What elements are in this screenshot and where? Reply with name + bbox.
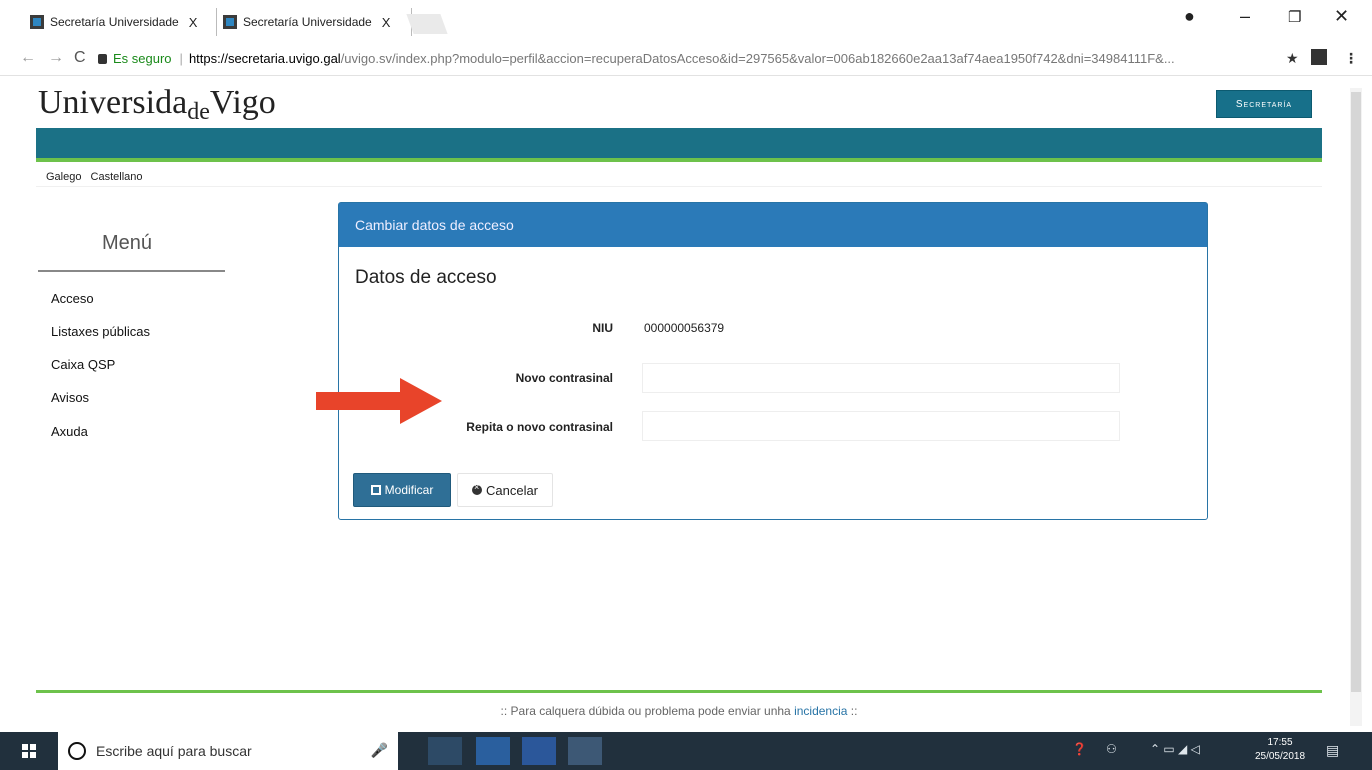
niu-label: NIU — [592, 321, 613, 335]
url-host: https://secretaria.uvigo.gal — [188, 50, 341, 66]
menu-item-acceso[interactable]: Acceso — [51, 291, 94, 306]
clock-time: 17:55 — [1267, 737, 1293, 748]
menu-item-caixa-qsp[interactable]: Caixa QSP — [51, 357, 115, 372]
restore-button[interactable]: ❐ — [1288, 8, 1301, 26]
modify-button-label: Modificar — [384, 483, 434, 497]
profile-icon[interactable]: ● — [1184, 6, 1195, 27]
search-placeholder: Escribe aquí para buscar — [96, 743, 252, 759]
new-tab-button[interactable] — [406, 14, 448, 34]
notifications-icon[interactable]: ▤ — [1326, 742, 1339, 759]
url-input[interactable]: Es seguro | https://secretaria.uvigo.gal… — [98, 45, 1278, 71]
clock-date: 25/05/2018 — [1254, 751, 1306, 762]
page-scrollbar[interactable] — [1350, 88, 1362, 726]
outlook-icon[interactable] — [476, 737, 510, 765]
save-icon — [370, 485, 381, 495]
chrome-icon[interactable] — [568, 737, 602, 765]
tab-close-icon[interactable]: X — [189, 15, 198, 30]
extension-icon[interactable] — [1311, 49, 1327, 65]
back-icon[interactable]: ← — [20, 49, 36, 67]
header-banner — [36, 128, 1322, 162]
browser-menu-icon[interactable]: ⋮ — [1344, 50, 1358, 67]
close-window-button[interactable]: ✕ — [1334, 6, 1349, 27]
menu-item-listaxes[interactable]: Listaxes públicas — [51, 324, 150, 339]
separator: | — [179, 50, 183, 66]
language-link-galego[interactable]: Galego — [46, 171, 81, 183]
footer-divider — [36, 690, 1322, 693]
tab-close-icon[interactable]: X — [382, 15, 391, 30]
language-selector: Galego Castellano — [46, 171, 149, 183]
change-access-panel: Cambiar datos de acceso Datos de acceso … — [338, 202, 1208, 520]
word-icon[interactable] — [522, 737, 556, 765]
red-arrow-annotation — [316, 378, 442, 424]
microphone-icon[interactable]: 🎤 — [371, 742, 388, 759]
url-path: /uvigo.sv/index.php?modulo=perfil&accion… — [340, 50, 1175, 66]
footer: :: Para calquera dúbida ou problema pode… — [0, 704, 1358, 718]
new-password-label: Novo contrasinal — [515, 371, 613, 385]
menu-divider — [38, 270, 225, 272]
people-tray-icon[interactable]: ⚇ — [1106, 742, 1117, 756]
menu-item-avisos[interactable]: Avisos — [51, 390, 89, 405]
panel-subtitle: Datos de acceso — [355, 267, 497, 288]
secretaria-button[interactable]: Secretaría — [1216, 90, 1312, 118]
niu-value: 000000056379 — [644, 321, 725, 335]
browser-tab-1[interactable]: Secretaría Universidade X — [30, 8, 220, 36]
taskbar-search-field[interactable]: Escribe aquí para buscar 🎤 — [58, 732, 398, 770]
university-logo[interactable]: UniversidadeVigo — [38, 84, 276, 126]
reload-icon[interactable]: C — [74, 49, 86, 67]
cancel-button-label: Cancelar — [485, 482, 539, 498]
footer-tail: :: — [850, 704, 858, 718]
lock-icon — [98, 54, 107, 64]
taskbar-clock[interactable]: 17:55 25/05/2018 — [1250, 736, 1310, 764]
divider — [36, 186, 1322, 187]
minimize-button[interactable]: – — [1240, 6, 1250, 27]
file-explorer-icon[interactable] — [428, 737, 462, 765]
repeat-password-field[interactable] — [642, 411, 1120, 441]
repeat-password-label: Repita o novo contrasinal — [466, 420, 613, 434]
language-link-castellano[interactable]: Castellano — [91, 171, 143, 183]
address-bar: ← → C Es seguro | https://secretaria.uvi… — [0, 40, 1372, 76]
tab-title: Secretaría Universidade — [243, 15, 372, 29]
site-favicon-icon — [30, 15, 44, 29]
menu-title: Menú — [102, 232, 153, 254]
screen: Secretaría Universidade X Secretaría Uni… — [0, 0, 1372, 770]
site-favicon-icon — [223, 15, 237, 29]
menu-item-axuda[interactable]: Axuda — [51, 424, 88, 439]
system-tray-icons[interactable]: ⌃ ▭ ◢ ◁ — [1150, 742, 1200, 756]
help-tray-icon[interactable]: ❓ — [1072, 742, 1087, 756]
cancel-icon — [471, 482, 482, 495]
windows-start-icon[interactable] — [22, 744, 36, 758]
windows-taskbar: Escribe aquí para buscar 🎤 ❓ ⚇ ⌃ ▭ ◢ ◁ 1… — [0, 732, 1372, 770]
incidencia-link[interactable]: incidencia — [794, 704, 847, 718]
bookmark-star-icon[interactable]: ★ — [1286, 50, 1299, 67]
new-password-field[interactable] — [642, 363, 1120, 393]
modify-button[interactable]: Modificar — [353, 473, 451, 507]
tab-title: Secretaría Universidade — [50, 15, 179, 29]
scrollbar-thumb[interactable] — [1351, 92, 1361, 692]
browser-tab-2[interactable]: Secretaría Universidade X — [216, 8, 412, 36]
cancel-button[interactable]: Cancelar — [457, 473, 553, 507]
cortana-icon — [68, 742, 86, 760]
forward-icon[interactable]: → — [48, 49, 64, 67]
browser-tabstrip: Secretaría Universidade X Secretaría Uni… — [0, 0, 1372, 38]
footer-text: :: Para calquera dúbida ou problema pode… — [500, 704, 791, 718]
secure-label: Es seguro — [113, 50, 172, 66]
panel-header: Cambiar datos de acceso — [339, 203, 1207, 247]
